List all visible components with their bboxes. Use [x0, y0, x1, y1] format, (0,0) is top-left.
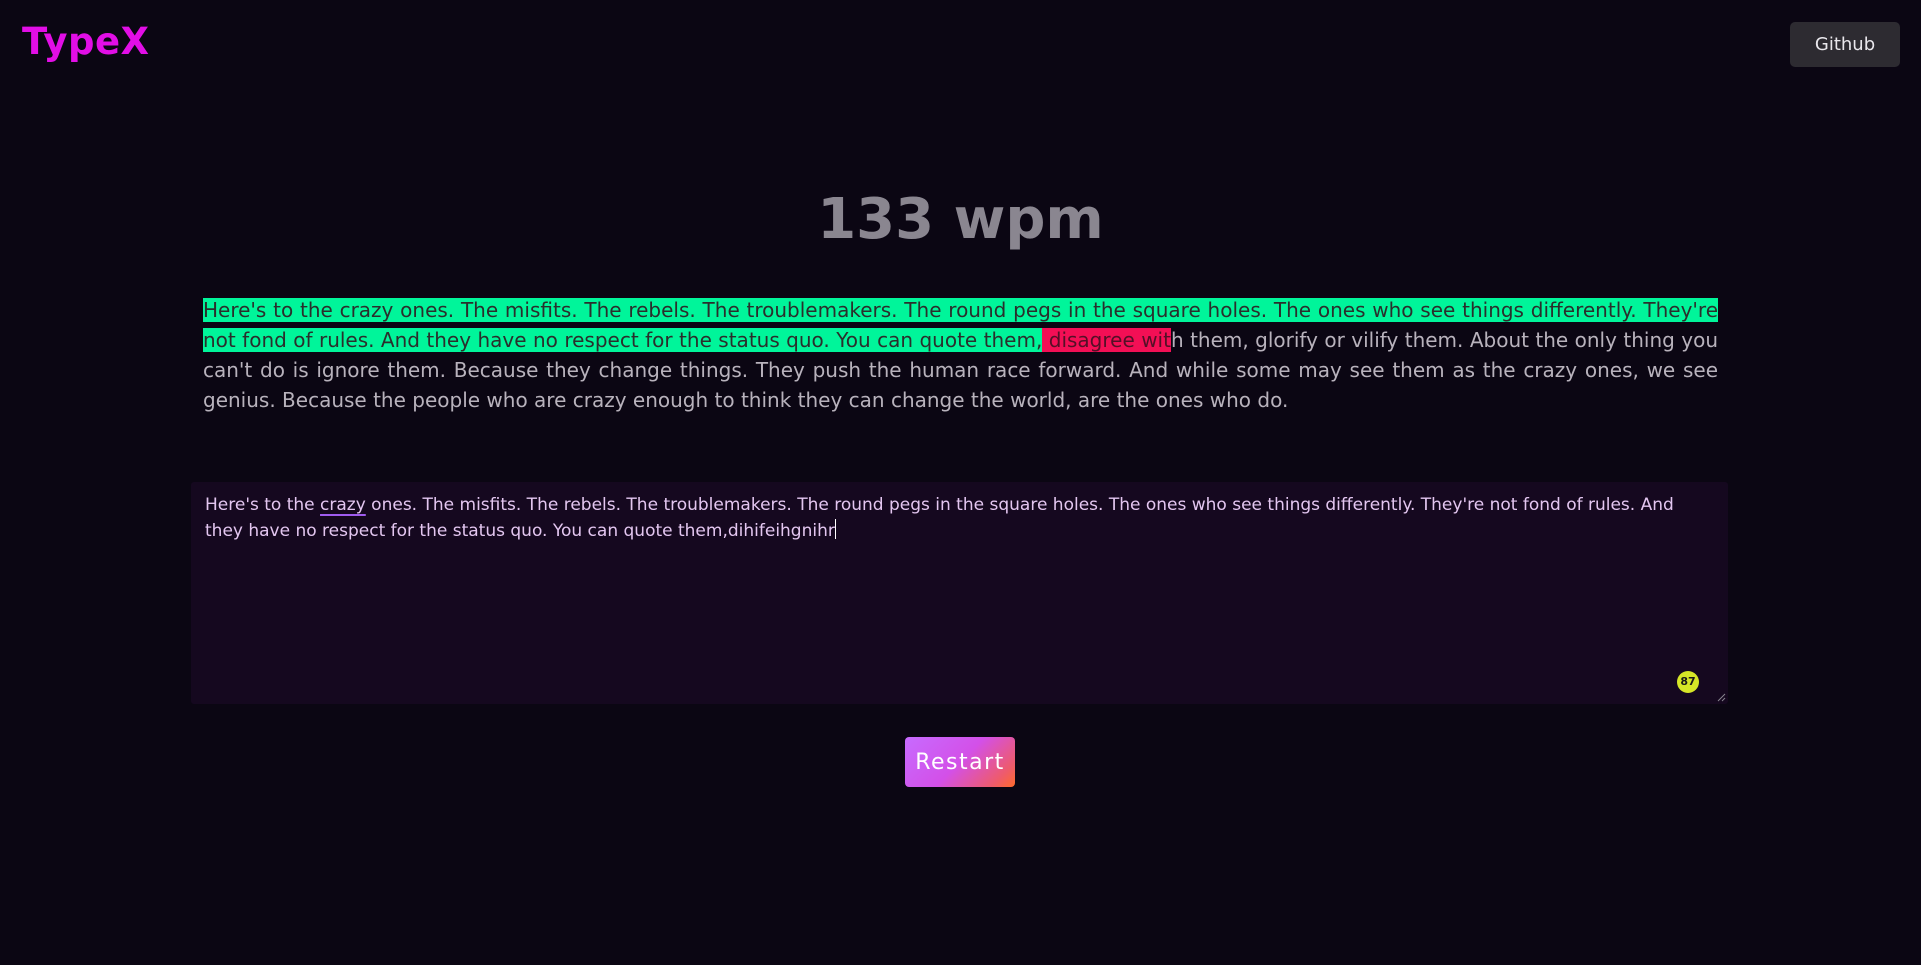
extension-count-badge[interactable]: 87 [1677, 671, 1699, 693]
logo[interactable]: TypeX [22, 20, 150, 63]
restart-button[interactable]: Restart [905, 737, 1015, 787]
wpm-display: 133 wpm [817, 187, 1104, 252]
typing-input[interactable]: Here's to the crazy ones. The misfits. T… [191, 482, 1728, 704]
target-passage: Here's to the crazy ones. The misfits. T… [203, 295, 1718, 415]
input-text-after: ones. The misfits. The rebels. The troub… [205, 495, 1674, 541]
passage-wrong-text: disagree wit [1042, 328, 1171, 352]
resize-handle-icon[interactable] [1716, 692, 1726, 702]
github-button[interactable]: Github [1790, 22, 1900, 67]
text-caret [834, 519, 836, 539]
header: TypeX Github [0, 0, 1921, 90]
input-spellcheck-word: crazy [320, 495, 366, 515]
input-text-before: Here's to the [205, 495, 321, 515]
